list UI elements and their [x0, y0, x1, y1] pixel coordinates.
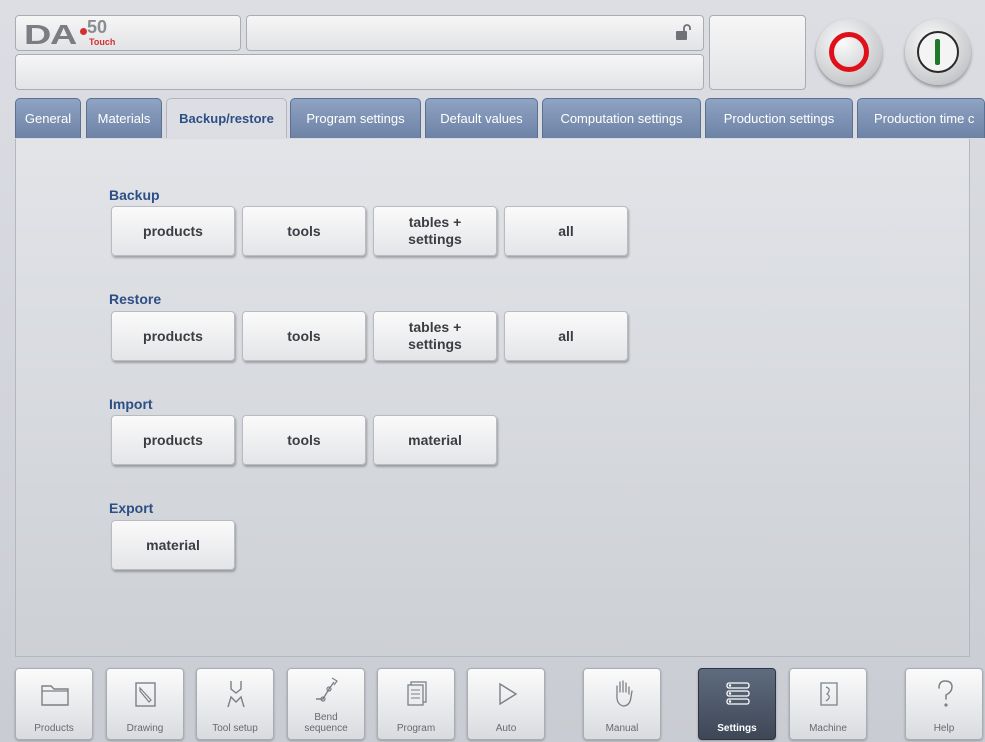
nav-program-label: Program	[396, 723, 436, 734]
nav-settings-label: Settings	[717, 723, 757, 734]
tab-backup-restore[interactable]: Backup/restore	[166, 98, 287, 138]
nav-manual[interactable]: Manual	[583, 668, 661, 740]
tab-default-values[interactable]: Default values	[425, 98, 538, 138]
restore-tables-settings-button[interactable]: tables + settings	[373, 311, 497, 361]
tool-setup-icon	[227, 681, 245, 708]
logo-sub: Touch	[89, 37, 116, 47]
folder-icon	[41, 685, 69, 706]
tab-production-time[interactable]: Production time c	[857, 98, 985, 138]
bend-sequence-icon	[316, 677, 338, 702]
nav-auto[interactable]: Auto	[467, 668, 545, 740]
nav-machine-label: Machine	[809, 723, 847, 734]
drawing-icon	[135, 682, 156, 707]
logo-da: DA	[24, 19, 77, 50]
nav-products[interactable]: Products	[15, 668, 93, 740]
backup-label: Backup	[109, 187, 160, 203]
nav-auto-label: Auto	[495, 723, 517, 734]
nav-bend-sequence[interactable]: Bend sequence	[287, 668, 365, 740]
screen: DA 50 Touch General Materials Backup/res…	[0, 0, 985, 742]
nav-help[interactable]: Help	[905, 668, 983, 740]
side-box	[709, 15, 806, 90]
nav-program[interactable]: Program	[377, 668, 455, 740]
nav-manual-label: Manual	[605, 723, 639, 734]
import-products-button[interactable]: products	[111, 415, 235, 465]
import-label: Import	[109, 396, 153, 412]
backup-products-button[interactable]: products	[111, 206, 235, 256]
import-material-button[interactable]: material	[373, 415, 497, 465]
title-box	[246, 15, 704, 51]
stop-button[interactable]	[816, 19, 882, 85]
tab-production-settings[interactable]: Production settings	[705, 98, 853, 138]
restore-all-button[interactable]: all	[504, 311, 628, 361]
logo-model: 50	[87, 17, 108, 37]
backup-tools-button[interactable]: tools	[242, 206, 366, 256]
nav-machine[interactable]: Machine	[789, 668, 867, 740]
start-button[interactable]	[905, 19, 971, 85]
stop-icon	[829, 32, 869, 72]
tab-materials[interactable]: Materials	[86, 98, 162, 138]
nav-bend-sequence-label: Bend sequence	[304, 712, 348, 734]
help-icon	[938, 680, 953, 707]
play-icon	[499, 682, 518, 706]
nav-tool-setup-label: Tool setup	[212, 723, 258, 734]
tab-general[interactable]: General	[15, 98, 81, 138]
start-bar-icon	[935, 39, 940, 65]
info-box	[15, 54, 704, 90]
backup-tables-settings-button[interactable]: tables + settings	[373, 206, 497, 256]
settings-list-icon	[726, 682, 750, 705]
export-material-button[interactable]: material	[111, 520, 235, 570]
tab-computation-settings[interactable]: Computation settings	[542, 98, 701, 138]
nav-drawing[interactable]: Drawing	[106, 668, 184, 740]
logo-dot	[80, 28, 87, 35]
unlock-icon[interactable]	[675, 23, 691, 41]
backup-all-button[interactable]: all	[504, 206, 628, 256]
hand-icon	[616, 680, 633, 707]
machine-icon	[820, 682, 838, 706]
nav-tool-setup[interactable]: Tool setup	[196, 668, 274, 740]
restore-products-button[interactable]: products	[111, 311, 235, 361]
nav-products-label: Products	[34, 723, 74, 734]
logo-box: DA 50 Touch	[15, 15, 241, 51]
backup-restore-panel: Backup products tools tables + settings …	[15, 139, 970, 657]
tab-bar: General Materials Backup/restore Program…	[0, 98, 985, 138]
tab-program-settings[interactable]: Program settings	[290, 98, 421, 138]
nav-help-label: Help	[933, 723, 955, 734]
import-tools-button[interactable]: tools	[242, 415, 366, 465]
bottom-nav: Products Drawing Tool setup Bend sequenc…	[0, 660, 985, 742]
restore-tools-button[interactable]: tools	[242, 311, 366, 361]
nav-settings[interactable]: Settings	[698, 668, 776, 740]
program-icon	[407, 681, 427, 706]
export-label: Export	[109, 500, 154, 516]
nav-drawing-label: Drawing	[126, 723, 164, 734]
restore-label: Restore	[109, 291, 162, 307]
